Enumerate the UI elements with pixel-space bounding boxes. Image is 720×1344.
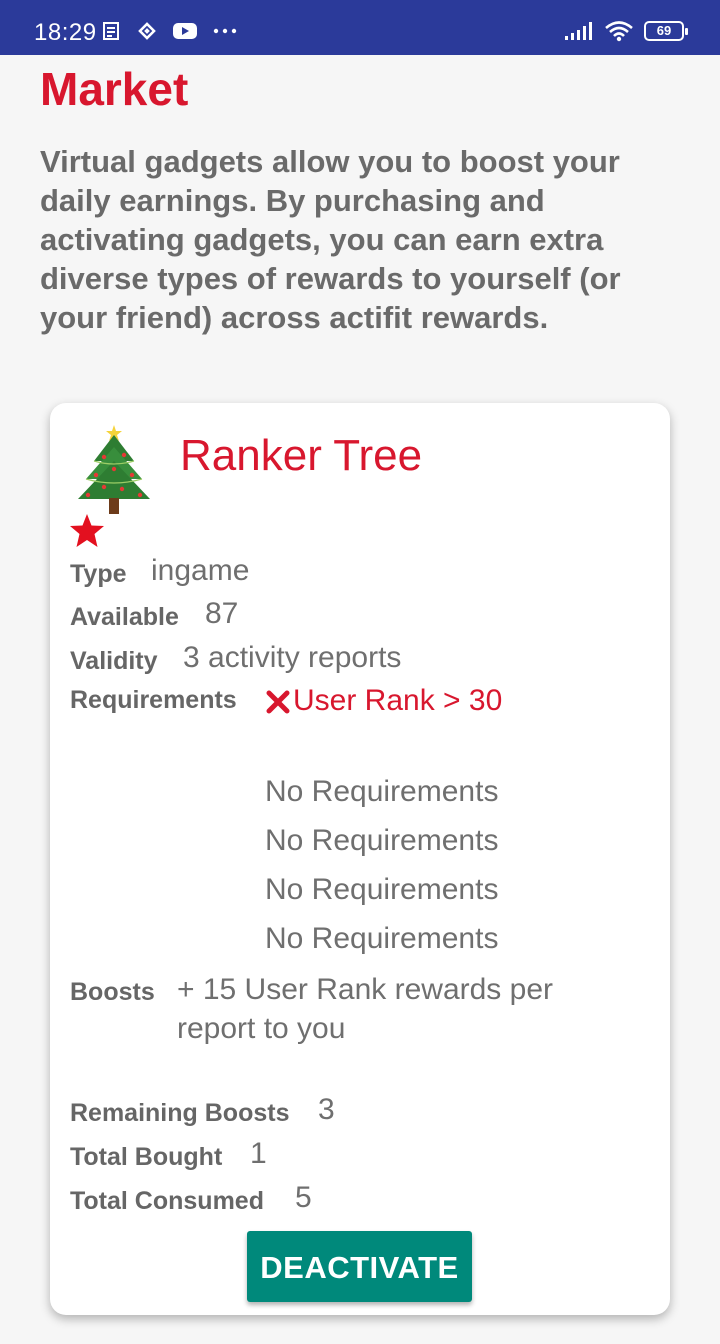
more-dots-icon — [213, 28, 237, 34]
page-title: Market — [40, 63, 189, 115]
boosts-label: Boosts — [70, 978, 155, 1006]
notification-icons — [102, 20, 238, 42]
type-label: Type — [70, 560, 127, 588]
total-consumed-value: 5 — [295, 1181, 312, 1214]
requirements-label: Requirements — [70, 686, 237, 714]
status-bar: 18:29 69 — [0, 0, 720, 55]
deactivate-button[interactable]: DEACTIVATE — [247, 1231, 472, 1302]
validity-label: Validity — [70, 647, 158, 675]
youtube-icon — [173, 23, 197, 39]
battery-indicator: 69 — [644, 21, 688, 41]
available-label: Available — [70, 603, 179, 631]
total-bought-label: Total Bought — [70, 1143, 223, 1171]
total-bought-value: 1 — [250, 1137, 267, 1170]
binance-icon — [138, 22, 156, 40]
requirement-item: User Rank > 30 — [265, 684, 502, 718]
gadget-name: Ranker Tree — [180, 431, 423, 480]
available-value: 87 — [205, 597, 239, 630]
gadget-card: Ranker Tree Type ingame Available 87 Val… — [50, 403, 670, 1315]
requirement-item: No Requirements — [265, 922, 499, 955]
boosts-value: + 15 User Rank rewards per report to you — [177, 973, 553, 1045]
star-icon — [70, 514, 104, 547]
status-time: 18:29 — [34, 19, 97, 46]
remaining-boosts-label: Remaining Boosts — [70, 1099, 290, 1127]
intro-text: Virtual gadgets allow you to boost your … — [40, 144, 621, 335]
christmas-tree-icon — [78, 425, 150, 514]
requirement-item: No Requirements — [265, 824, 499, 857]
cross-icon — [266, 690, 290, 714]
requirement-text: User Rank > 30 — [293, 684, 503, 717]
system-icons: 69 — [564, 20, 688, 42]
requirement-item: No Requirements — [265, 775, 499, 808]
validity-value: 3 activity reports — [183, 641, 402, 674]
total-consumed-label: Total Consumed — [70, 1187, 264, 1215]
wifi-icon — [605, 21, 633, 42]
signal-icon — [565, 22, 592, 40]
type-value: ingame — [151, 554, 250, 587]
remaining-boosts-value: 3 — [318, 1093, 335, 1126]
news-icon — [103, 22, 119, 40]
requirement-item: No Requirements — [265, 873, 499, 906]
